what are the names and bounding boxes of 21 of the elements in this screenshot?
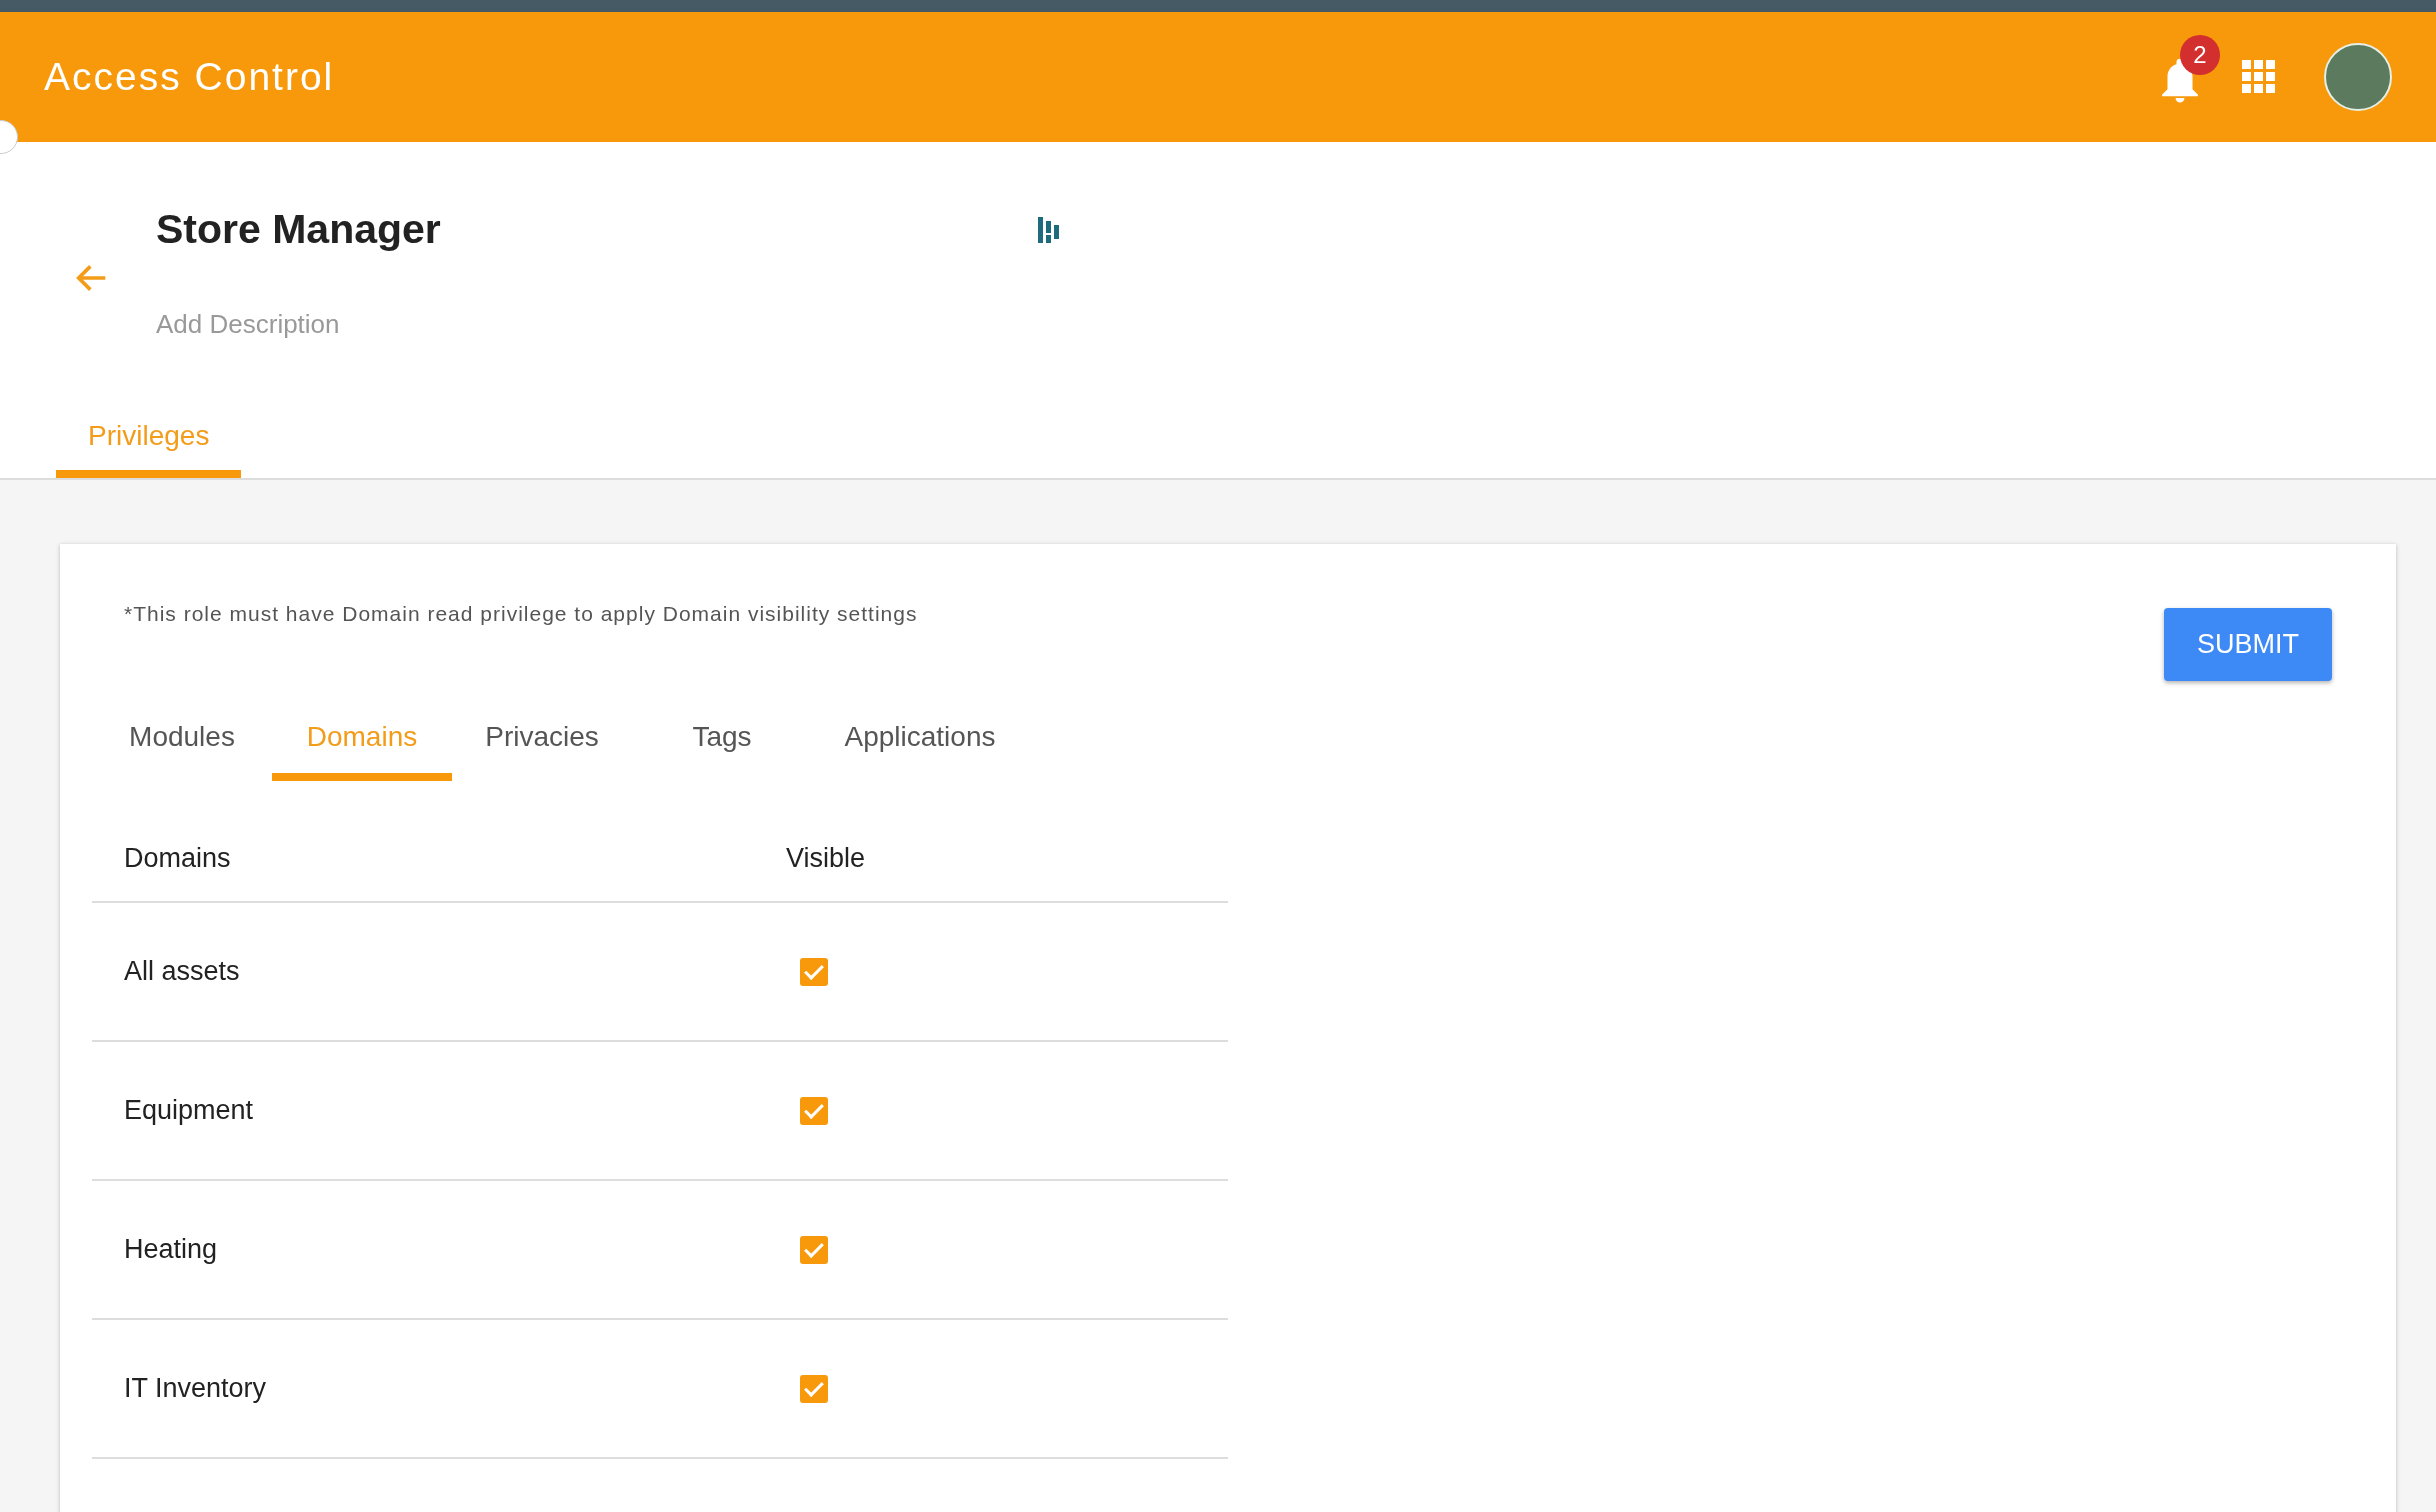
apps-grid-icon[interactable] — [2242, 60, 2276, 94]
tab[interactable]: Tags — [632, 721, 812, 781]
description-field[interactable]: Add Description — [156, 309, 556, 340]
column-header: Domains — [124, 842, 232, 874]
checkbox[interactable] — [800, 957, 828, 986]
app-title: Access Control — [44, 55, 336, 99]
role-title: Store Manager — [156, 206, 442, 253]
table-cell-text: IT Inventory — [124, 1373, 268, 1404]
table-cell-text: Equipment — [124, 1095, 255, 1126]
bars-logo-icon — [1036, 214, 1062, 245]
table-cell-text: All assets — [124, 956, 241, 987]
tab[interactable]: Applications — [812, 721, 1028, 781]
tab[interactable]: Privacies — [452, 721, 632, 781]
notification-count: 2 — [2180, 35, 2220, 75]
checkbox[interactable] — [800, 1374, 828, 1403]
checkbox[interactable] — [800, 1235, 828, 1264]
tab[interactable]: Modules — [92, 721, 272, 781]
column-header: Visible — [786, 842, 866, 874]
table-cell-text: Heating — [124, 1234, 219, 1265]
note-text: *This role must have Domain read privilege to apply Domain visibility settings — [124, 602, 918, 626]
checkbox[interactable] — [800, 1096, 828, 1125]
